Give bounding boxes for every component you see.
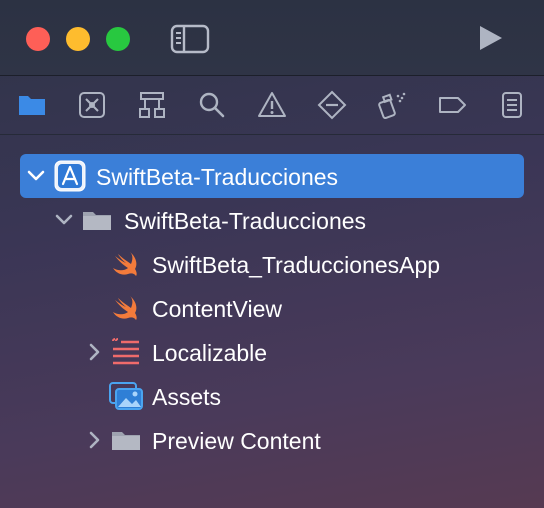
tree-row-label: SwiftBeta-Traducciones (96, 164, 339, 190)
tree-row-file[interactable]: ContentView (0, 286, 544, 330)
tree-row-group[interactable]: Preview Content (0, 418, 544, 462)
swift-file-icon (110, 248, 142, 280)
tree-row-file[interactable]: Localizable (0, 330, 544, 374)
chevron-down-icon[interactable] (54, 210, 74, 230)
tree-row-label: Localizable (152, 340, 268, 366)
tree-row-file[interactable]: SwiftBeta_TraduccionesApp (0, 242, 544, 286)
swift-file-icon (110, 292, 142, 324)
navigator-tab-bar (0, 76, 544, 135)
tree-row-project[interactable]: SwiftBeta-Traducciones (0, 154, 544, 198)
tree-row-file[interactable]: Assets (0, 374, 544, 418)
close-button[interactable] (26, 27, 50, 51)
folder-icon (81, 204, 113, 236)
xcode-project-icon (54, 160, 86, 192)
zoom-button[interactable] (106, 27, 130, 51)
tree-row-label: Assets (152, 384, 222, 410)
sidebar-toggle-icon[interactable] (170, 24, 210, 54)
tree-row-label: SwiftBeta_TraduccionesApp (152, 252, 441, 278)
tree-row-label: SwiftBeta-Traducciones (124, 208, 367, 234)
report-list-icon[interactable] (496, 89, 528, 121)
tree-row-label: ContentView (152, 296, 282, 322)
hierarchy-icon[interactable] (136, 89, 168, 121)
minimize-button[interactable] (66, 27, 90, 51)
diamond-minus-icon[interactable] (316, 89, 348, 121)
tree-row-label: Preview Content (152, 428, 321, 454)
chevron-right-icon[interactable] (84, 430, 104, 450)
chevron-down-icon[interactable] (26, 166, 46, 186)
magnifier-icon[interactable] (196, 89, 228, 121)
chevron-right-icon[interactable] (84, 342, 104, 362)
warning-icon[interactable] (256, 89, 288, 121)
source-control-icon[interactable] (76, 89, 108, 121)
asset-catalog-icon (108, 380, 143, 412)
folder-icon[interactable] (16, 89, 48, 121)
breakpoint-tag-icon[interactable] (436, 89, 468, 121)
play-icon[interactable] (474, 22, 506, 54)
window-titlebar (0, 0, 544, 76)
spray-icon[interactable] (376, 89, 408, 121)
strings-file-icon (110, 336, 142, 368)
folder-icon (110, 424, 142, 456)
tree-row-group[interactable]: SwiftBeta-Traducciones (0, 198, 544, 242)
